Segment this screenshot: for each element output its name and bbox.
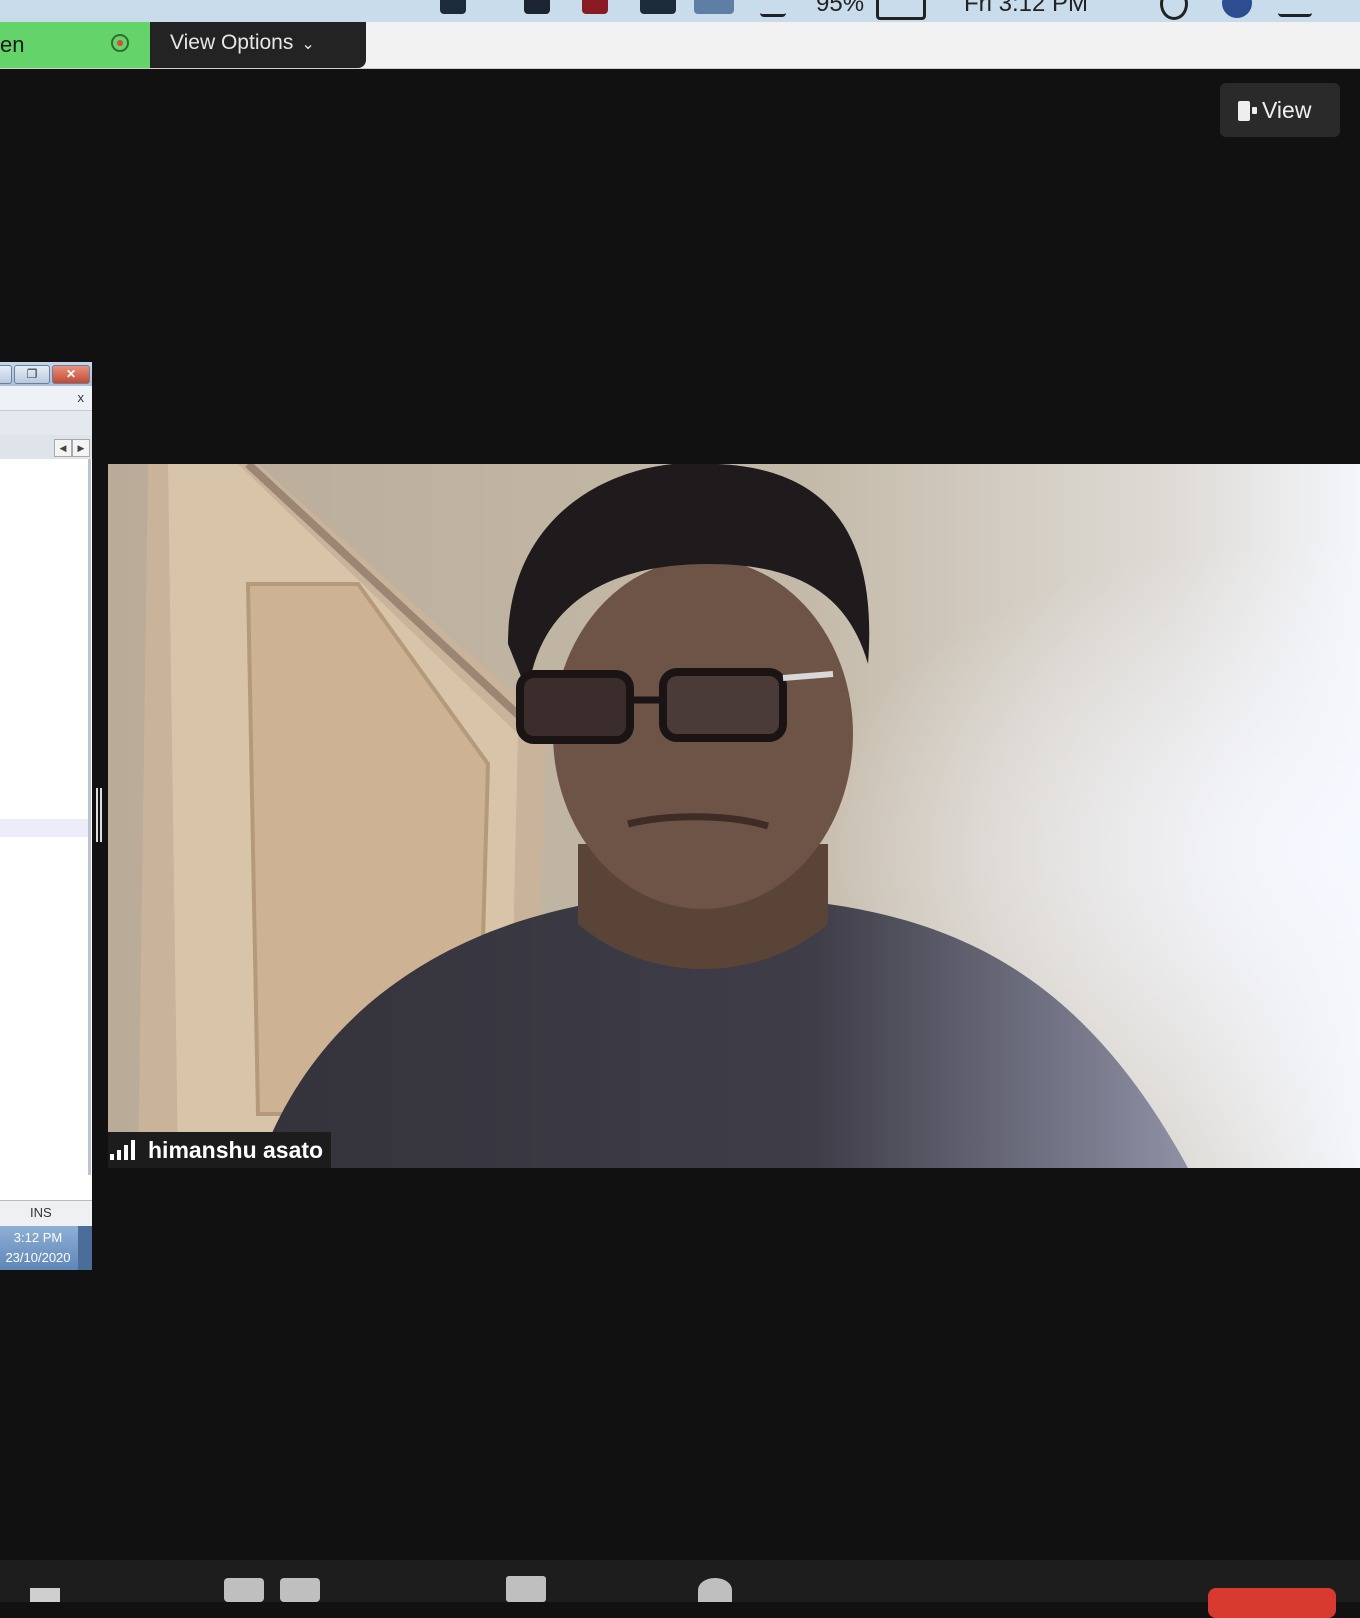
view-layout-button[interactable]: View <box>1220 83 1340 137</box>
shared-windows-app: ❐ ✕ x ◀ ▶ INS 3:12 PM 23/10/2020 <box>0 362 92 1270</box>
lock-icon[interactable] <box>694 0 734 14</box>
taskbar-clock-area[interactable]: 3:12 PM 23/10/2020 <box>0 1226 92 1270</box>
scroll-right-button[interactable]: ▶ <box>72 439 90 457</box>
battery-icon[interactable] <box>876 0 926 20</box>
menubar-clock[interactable]: Fri 3:12 PM <box>964 0 1088 18</box>
breakout-rooms-icon[interactable] <box>224 1578 264 1602</box>
share-screen-icon[interactable] <box>280 1578 320 1602</box>
participant-video[interactable] <box>108 464 1360 1168</box>
battery-percent[interactable]: 95% <box>816 0 864 18</box>
shield-icon[interactable] <box>582 0 608 14</box>
restore-button[interactable]: ❐ <box>14 365 50 384</box>
tab-scroll-strip: ◀ ▶ <box>0 435 92 459</box>
taskbar-time: 3:12 PM <box>13 1230 63 1245</box>
wifi-icon[interactable] <box>760 0 786 17</box>
search-icon[interactable] <box>1160 0 1188 20</box>
dropbox-icon[interactable] <box>524 0 550 14</box>
view-options-button[interactable]: View Options ⌄ <box>150 22 366 68</box>
speaker-view-icon <box>1238 101 1257 121</box>
meeting-controls-bar <box>0 1560 1360 1602</box>
view-layout-label: View <box>1262 97 1312 123</box>
participant-name-tag: himanshu asato <box>108 1132 332 1168</box>
panel-header: x <box>0 386 92 411</box>
show-desktop-button[interactable] <box>78 1226 92 1270</box>
panel-close-button[interactable]: x <box>78 390 85 405</box>
participant-name: himanshu asato <box>148 1136 324 1163</box>
sharing-status-tab[interactable]: en <box>0 22 150 68</box>
zoom-icon[interactable] <box>440 0 466 14</box>
end-meeting-button[interactable] <box>1208 1588 1336 1618</box>
window-close-button[interactable]: ✕ <box>52 365 90 384</box>
signal-strength-icon <box>110 1140 138 1160</box>
status-bar: INS <box>0 1200 92 1227</box>
document-area[interactable] <box>0 459 91 1175</box>
list-icon[interactable] <box>1278 0 1312 17</box>
toolbar-strip <box>0 411 92 435</box>
apps-grid-icon[interactable] <box>506 1576 546 1602</box>
participants-stats-icon[interactable] <box>30 1588 60 1602</box>
siri-icon[interactable] <box>1222 0 1252 18</box>
video-frame-image <box>108 464 1360 1168</box>
selected-line <box>0 819 88 837</box>
window-title-bar: ❐ ✕ <box>0 362 92 386</box>
resize-splitter[interactable] <box>96 788 102 842</box>
chevron-down-icon: ⌄ <box>301 36 315 53</box>
reactions-icon[interactable] <box>698 1578 732 1602</box>
taskbar-date: 23/10/2020 <box>5 1250 71 1265</box>
scroll-left-button[interactable]: ◀ <box>54 439 72 457</box>
minimize-button[interactable] <box>0 365 12 384</box>
insert-mode-indicator: INS <box>30 1205 52 1220</box>
taskbar-clock: 3:12 PM 23/10/2020 <box>0 1228 76 1268</box>
user-status-icon[interactable] <box>640 0 676 14</box>
view-options-label: View Options <box>170 31 294 54</box>
mac-menu-bar: 95% Fri 3:12 PM <box>0 0 1360 22</box>
recording-indicator-icon <box>111 34 129 52</box>
sharing-status-label: en <box>0 32 25 57</box>
